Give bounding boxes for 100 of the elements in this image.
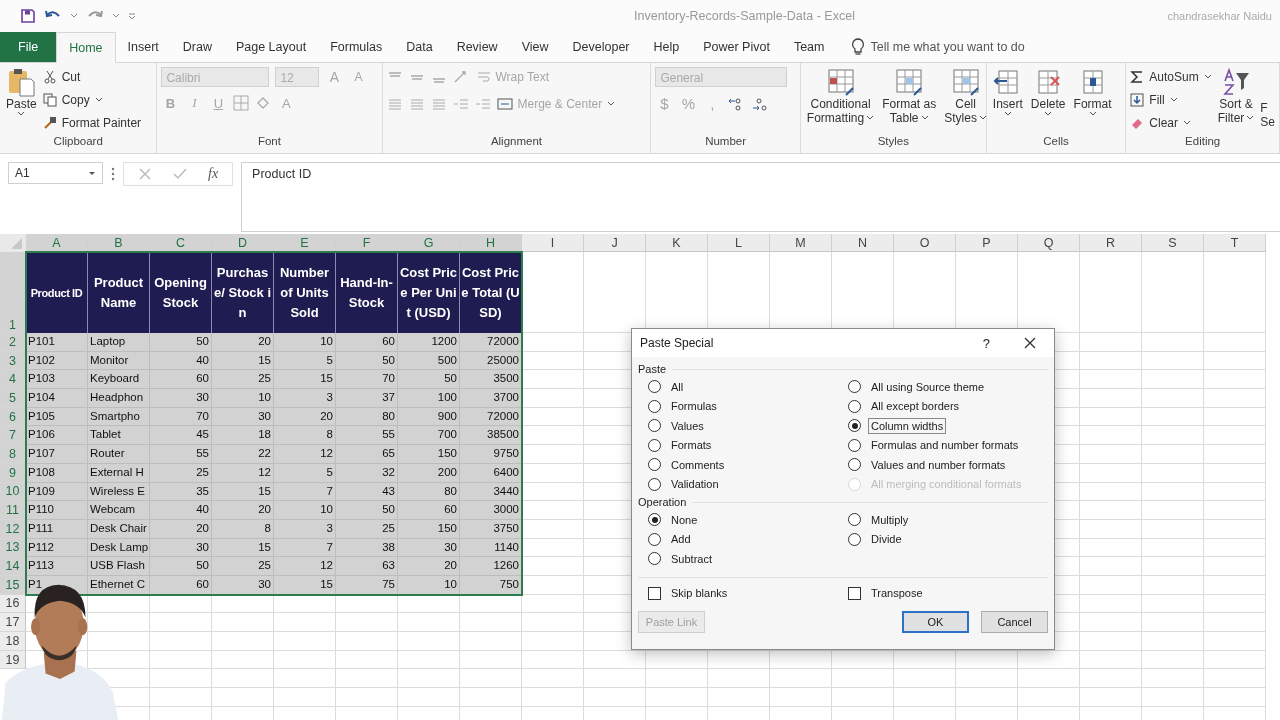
- cells-button[interactable]: Format: [1071, 67, 1114, 117]
- option-label[interactable]: Comments: [668, 456, 728, 473]
- more-icon[interactable]: [111, 167, 115, 181]
- ribbon-tab[interactable]: Help: [641, 32, 692, 62]
- lightbulb-icon[interactable]: [850, 38, 865, 56]
- radio-button[interactable]: [648, 532, 661, 546]
- radio-button[interactable]: [648, 477, 661, 491]
- radio-button[interactable]: [648, 438, 661, 452]
- radio-button[interactable]: [648, 419, 661, 433]
- radio-button[interactable]: [648, 513, 661, 527]
- cells-button[interactable]: Delete: [1028, 67, 1068, 117]
- insert-function-button[interactable]: fx: [208, 166, 219, 182]
- autosum-button[interactable]: AutoSum: [1130, 67, 1212, 86]
- row-header[interactable]: 4: [0, 370, 26, 390]
- option-label[interactable]: Subtract: [668, 550, 715, 567]
- option-label[interactable]: All except borders: [868, 398, 963, 415]
- column-header[interactable]: B: [88, 234, 150, 252]
- paste-button[interactable]: Paste: [4, 67, 39, 117]
- row-header[interactable]: 8: [0, 445, 26, 464]
- radio-button[interactable]: [848, 399, 861, 413]
- format-painter-button[interactable]: Format Painter: [42, 113, 142, 132]
- column-header[interactable]: T: [1204, 234, 1266, 252]
- row-header[interactable]: 5: [0, 389, 26, 408]
- row-header[interactable]: 11: [0, 501, 26, 520]
- cut-button[interactable]: Cut: [42, 67, 142, 86]
- option-label[interactable]: Validation: [668, 476, 722, 493]
- ribbon-tab[interactable]: Home: [56, 32, 116, 63]
- styles-button[interactable]: Conditional Formatting: [804, 67, 877, 125]
- cells-button[interactable]: Insert: [990, 67, 1025, 117]
- option-label[interactable]: Divide: [868, 531, 905, 548]
- row-header[interactable]: 17: [0, 613, 26, 632]
- caret-icon[interactable]: [112, 13, 120, 19]
- customize-icon[interactable]: [128, 12, 136, 20]
- column-header[interactable]: M: [770, 234, 832, 252]
- ribbon-tab[interactable]: View: [509, 32, 561, 62]
- save-icon[interactable]: [20, 8, 36, 24]
- radio-button[interactable]: [848, 380, 861, 394]
- option-label[interactable]: Column widths: [868, 417, 947, 434]
- option-label[interactable]: Values: [668, 417, 707, 434]
- option-label[interactable]: Multiply: [868, 511, 912, 528]
- ribbon-tab[interactable]: Developer: [560, 32, 642, 62]
- row-header[interactable]: 14: [0, 557, 26, 576]
- help-button[interactable]: ?: [982, 335, 990, 351]
- column-header[interactable]: H: [460, 234, 522, 252]
- option-label[interactable]: Skip blanks: [668, 585, 731, 602]
- column-header[interactable]: S: [1142, 234, 1204, 252]
- option-label[interactable]: Values and number formats: [868, 456, 1009, 473]
- ribbon-tab[interactable]: Insert: [115, 32, 171, 62]
- radio-button[interactable]: [848, 419, 861, 433]
- find-select-button[interactable]: F Se: [1260, 67, 1275, 129]
- column-header[interactable]: G: [398, 234, 460, 252]
- checkbox[interactable]: [848, 586, 861, 600]
- close-icon[interactable]: [1024, 337, 1036, 349]
- ribbon-tab[interactable]: Data: [394, 32, 445, 62]
- column-header[interactable]: K: [646, 234, 708, 252]
- ribbon-tab[interactable]: Power Pivot: [691, 32, 782, 62]
- formula-field[interactable]: Product ID: [241, 162, 1280, 232]
- checkbox[interactable]: [648, 586, 661, 600]
- ribbon-tab[interactable]: Draw: [170, 32, 224, 62]
- sort-filter-button[interactable]: Sort & Filter: [1215, 67, 1257, 125]
- row-header[interactable]: 18: [0, 632, 26, 651]
- option-label[interactable]: Add: [668, 531, 694, 548]
- radio-button[interactable]: [648, 458, 661, 472]
- option-label[interactable]: All using Source theme: [868, 378, 988, 395]
- column-header[interactable]: J: [584, 234, 646, 252]
- column-header[interactable]: N: [832, 234, 894, 252]
- radio-button[interactable]: [848, 438, 861, 452]
- clear-button[interactable]: Clear: [1130, 113, 1212, 132]
- row-header[interactable]: 7: [0, 426, 26, 446]
- column-header[interactable]: C: [150, 234, 212, 252]
- ribbon-tab[interactable]: Page Layout: [223, 32, 319, 62]
- ribbon-tab[interactable]: Review: [444, 32, 510, 62]
- copy-button[interactable]: Copy: [42, 90, 142, 109]
- radio-button[interactable]: [648, 399, 661, 413]
- column-header[interactable]: D: [212, 234, 274, 252]
- dialog-button[interactable]: OK: [902, 611, 969, 633]
- radio-button[interactable]: [848, 513, 861, 527]
- option-label[interactable]: All: [668, 378, 687, 395]
- column-header[interactable]: E: [274, 234, 336, 252]
- styles-button[interactable]: Cell Styles: [942, 67, 989, 125]
- ribbon-tab[interactable]: Team: [781, 32, 837, 62]
- dialog-button[interactable]: Cancel: [981, 611, 1048, 633]
- option-label[interactable]: Formulas: [668, 398, 720, 415]
- radio-button[interactable]: [648, 552, 661, 566]
- column-header[interactable]: Q: [1018, 234, 1080, 252]
- radio-button[interactable]: [848, 458, 861, 472]
- column-header[interactable]: P: [956, 234, 1018, 252]
- radio-button[interactable]: [648, 380, 661, 394]
- caret-icon[interactable]: [70, 13, 78, 19]
- option-label[interactable]: Transpose: [868, 585, 926, 602]
- ribbon-tab[interactable]: File: [0, 32, 57, 62]
- radio-button[interactable]: [848, 532, 861, 546]
- row-header[interactable]: 1: [0, 252, 26, 333]
- column-header[interactable]: R: [1080, 234, 1142, 252]
- column-header[interactable]: F: [336, 234, 398, 252]
- ribbon-tab[interactable]: Formulas: [318, 32, 395, 62]
- styles-button[interactable]: Format as Table: [880, 67, 939, 125]
- option-label[interactable]: Formats: [668, 437, 715, 454]
- tell-me-field[interactable]: Tell me what you want to do: [868, 32, 1133, 62]
- column-header[interactable]: O: [894, 234, 956, 252]
